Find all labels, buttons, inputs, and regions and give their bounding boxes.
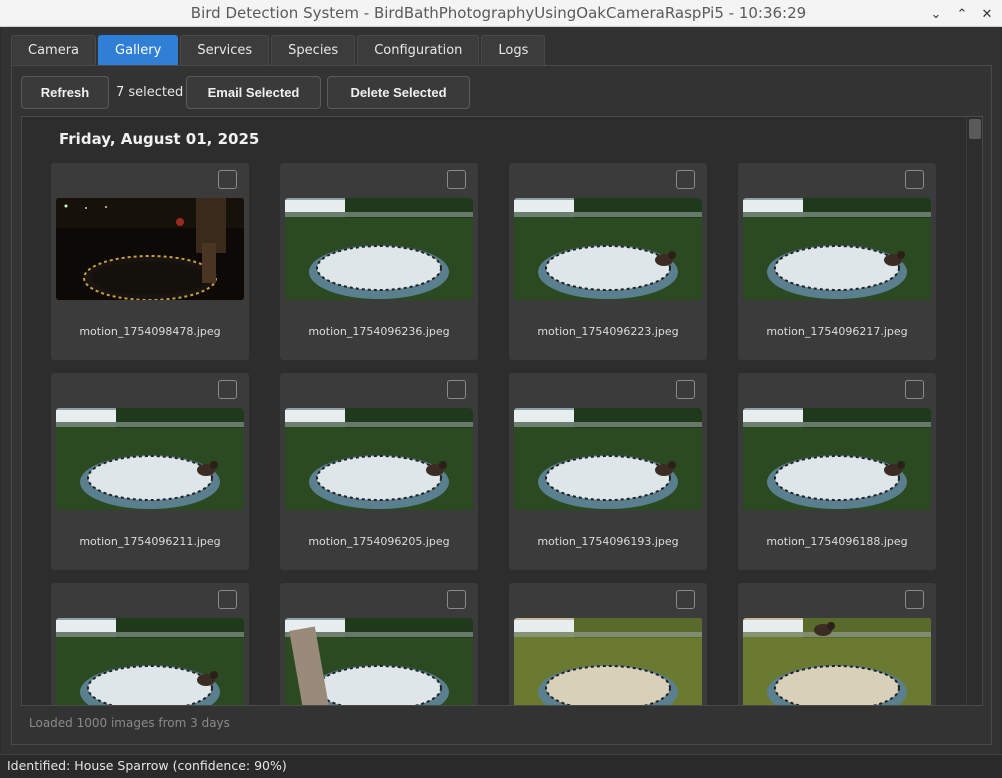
- loaded-status: Loaded 1000 images from 3 days: [29, 716, 230, 730]
- title-bar: Bird Detection System - BirdBathPhotogra…: [0, 0, 1002, 27]
- image-card[interactable]: motion_1754096223.jpeg: [509, 163, 707, 360]
- image-filename: motion_1754096236.jpeg: [308, 325, 450, 338]
- thumbnail-image[interactable]: [514, 198, 702, 300]
- tab-species[interactable]: Species: [271, 35, 356, 65]
- image-card[interactable]: motion_1754098478.jpeg: [51, 163, 249, 360]
- thumbnail-image[interactable]: [743, 408, 931, 510]
- image-filename: motion_1754096205.jpeg: [308, 535, 450, 548]
- image-card[interactable]: motion_1754096188.jpeg: [738, 373, 936, 570]
- maximize-icon[interactable]: ⌃: [952, 4, 972, 24]
- tab-camera[interactable]: Camera: [11, 35, 97, 65]
- select-checkbox[interactable]: [676, 380, 695, 399]
- image-filename: motion_1754096223.jpeg: [537, 325, 679, 338]
- image-card[interactable]: [51, 583, 249, 705]
- status-bar: Identified: House Sparrow (confidence: 9…: [0, 754, 1002, 778]
- gallery-scroll-area[interactable]: Friday, August 01, 2025 motion_175409847…: [21, 116, 983, 706]
- email-selected-button[interactable]: Email Selected: [186, 76, 321, 109]
- image-filename: motion_1754096211.jpeg: [79, 535, 221, 548]
- image-card[interactable]: [509, 583, 707, 705]
- main-window: Camera Gallery Services Species Configuratio…: [1, 27, 1001, 754]
- window-title: Bird Detection System - BirdBathPhotogra…: [190, 4, 807, 22]
- select-checkbox[interactable]: [447, 170, 466, 189]
- minimize-icon[interactable]: ⌄: [926, 4, 946, 24]
- image-card[interactable]: motion_1754096217.jpeg: [738, 163, 936, 360]
- image-card[interactable]: motion_1754096236.jpeg: [280, 163, 478, 360]
- thumbnail-image[interactable]: [514, 408, 702, 510]
- date-header: Friday, August 01, 2025: [59, 130, 260, 148]
- select-checkbox[interactable]: [905, 170, 924, 189]
- scrollbar-thumb[interactable]: [969, 119, 981, 139]
- thumbnail-image[interactable]: [56, 198, 244, 300]
- thumbnail-image[interactable]: [285, 408, 473, 510]
- vertical-scrollbar[interactable]: [966, 117, 982, 705]
- image-grid: motion_1754098478.jpeg motion_1754096236…: [51, 163, 936, 705]
- gallery-panel: Refresh 7 selected Email Selected Delete…: [11, 65, 992, 745]
- thumbnail-image[interactable]: [743, 618, 931, 705]
- thumbnail-image[interactable]: [285, 198, 473, 300]
- close-icon[interactable]: ✕: [977, 4, 997, 24]
- image-card[interactable]: motion_1754096211.jpeg: [51, 373, 249, 570]
- thumbnail-image[interactable]: [56, 408, 244, 510]
- select-checkbox[interactable]: [218, 380, 237, 399]
- select-checkbox[interactable]: [218, 170, 237, 189]
- tab-configuration[interactable]: Configuration: [357, 35, 480, 65]
- thumbnail-image[interactable]: [743, 198, 931, 300]
- image-filename: motion_1754096193.jpeg: [537, 535, 679, 548]
- status-text: Identified: House Sparrow (confidence: 9…: [7, 758, 287, 773]
- image-card[interactable]: [280, 583, 478, 705]
- delete-selected-button[interactable]: Delete Selected: [327, 76, 470, 109]
- image-filename: motion_1754098478.jpeg: [79, 325, 221, 338]
- tab-bar: Camera Gallery Services Species Configuratio…: [11, 35, 546, 65]
- tab-gallery[interactable]: Gallery: [98, 35, 179, 65]
- select-checkbox[interactable]: [905, 590, 924, 609]
- select-checkbox[interactable]: [218, 590, 237, 609]
- thumbnail-image[interactable]: [56, 618, 244, 705]
- select-checkbox[interactable]: [676, 590, 695, 609]
- thumbnail-image[interactable]: [514, 618, 702, 705]
- image-filename: motion_1754096217.jpeg: [766, 325, 908, 338]
- image-card[interactable]: motion_1754096205.jpeg: [280, 373, 478, 570]
- tab-logs[interactable]: Logs: [481, 35, 546, 65]
- image-card[interactable]: motion_1754096193.jpeg: [509, 373, 707, 570]
- select-checkbox[interactable]: [905, 380, 924, 399]
- select-checkbox[interactable]: [676, 170, 695, 189]
- select-checkbox[interactable]: [447, 380, 466, 399]
- selected-count: 7 selected: [116, 85, 184, 100]
- refresh-button[interactable]: Refresh: [21, 76, 109, 109]
- image-filename: motion_1754096188.jpeg: [766, 535, 908, 548]
- image-card[interactable]: [738, 583, 936, 705]
- select-checkbox[interactable]: [447, 590, 466, 609]
- tab-services[interactable]: Services: [180, 35, 270, 65]
- thumbnail-image[interactable]: [285, 618, 473, 705]
